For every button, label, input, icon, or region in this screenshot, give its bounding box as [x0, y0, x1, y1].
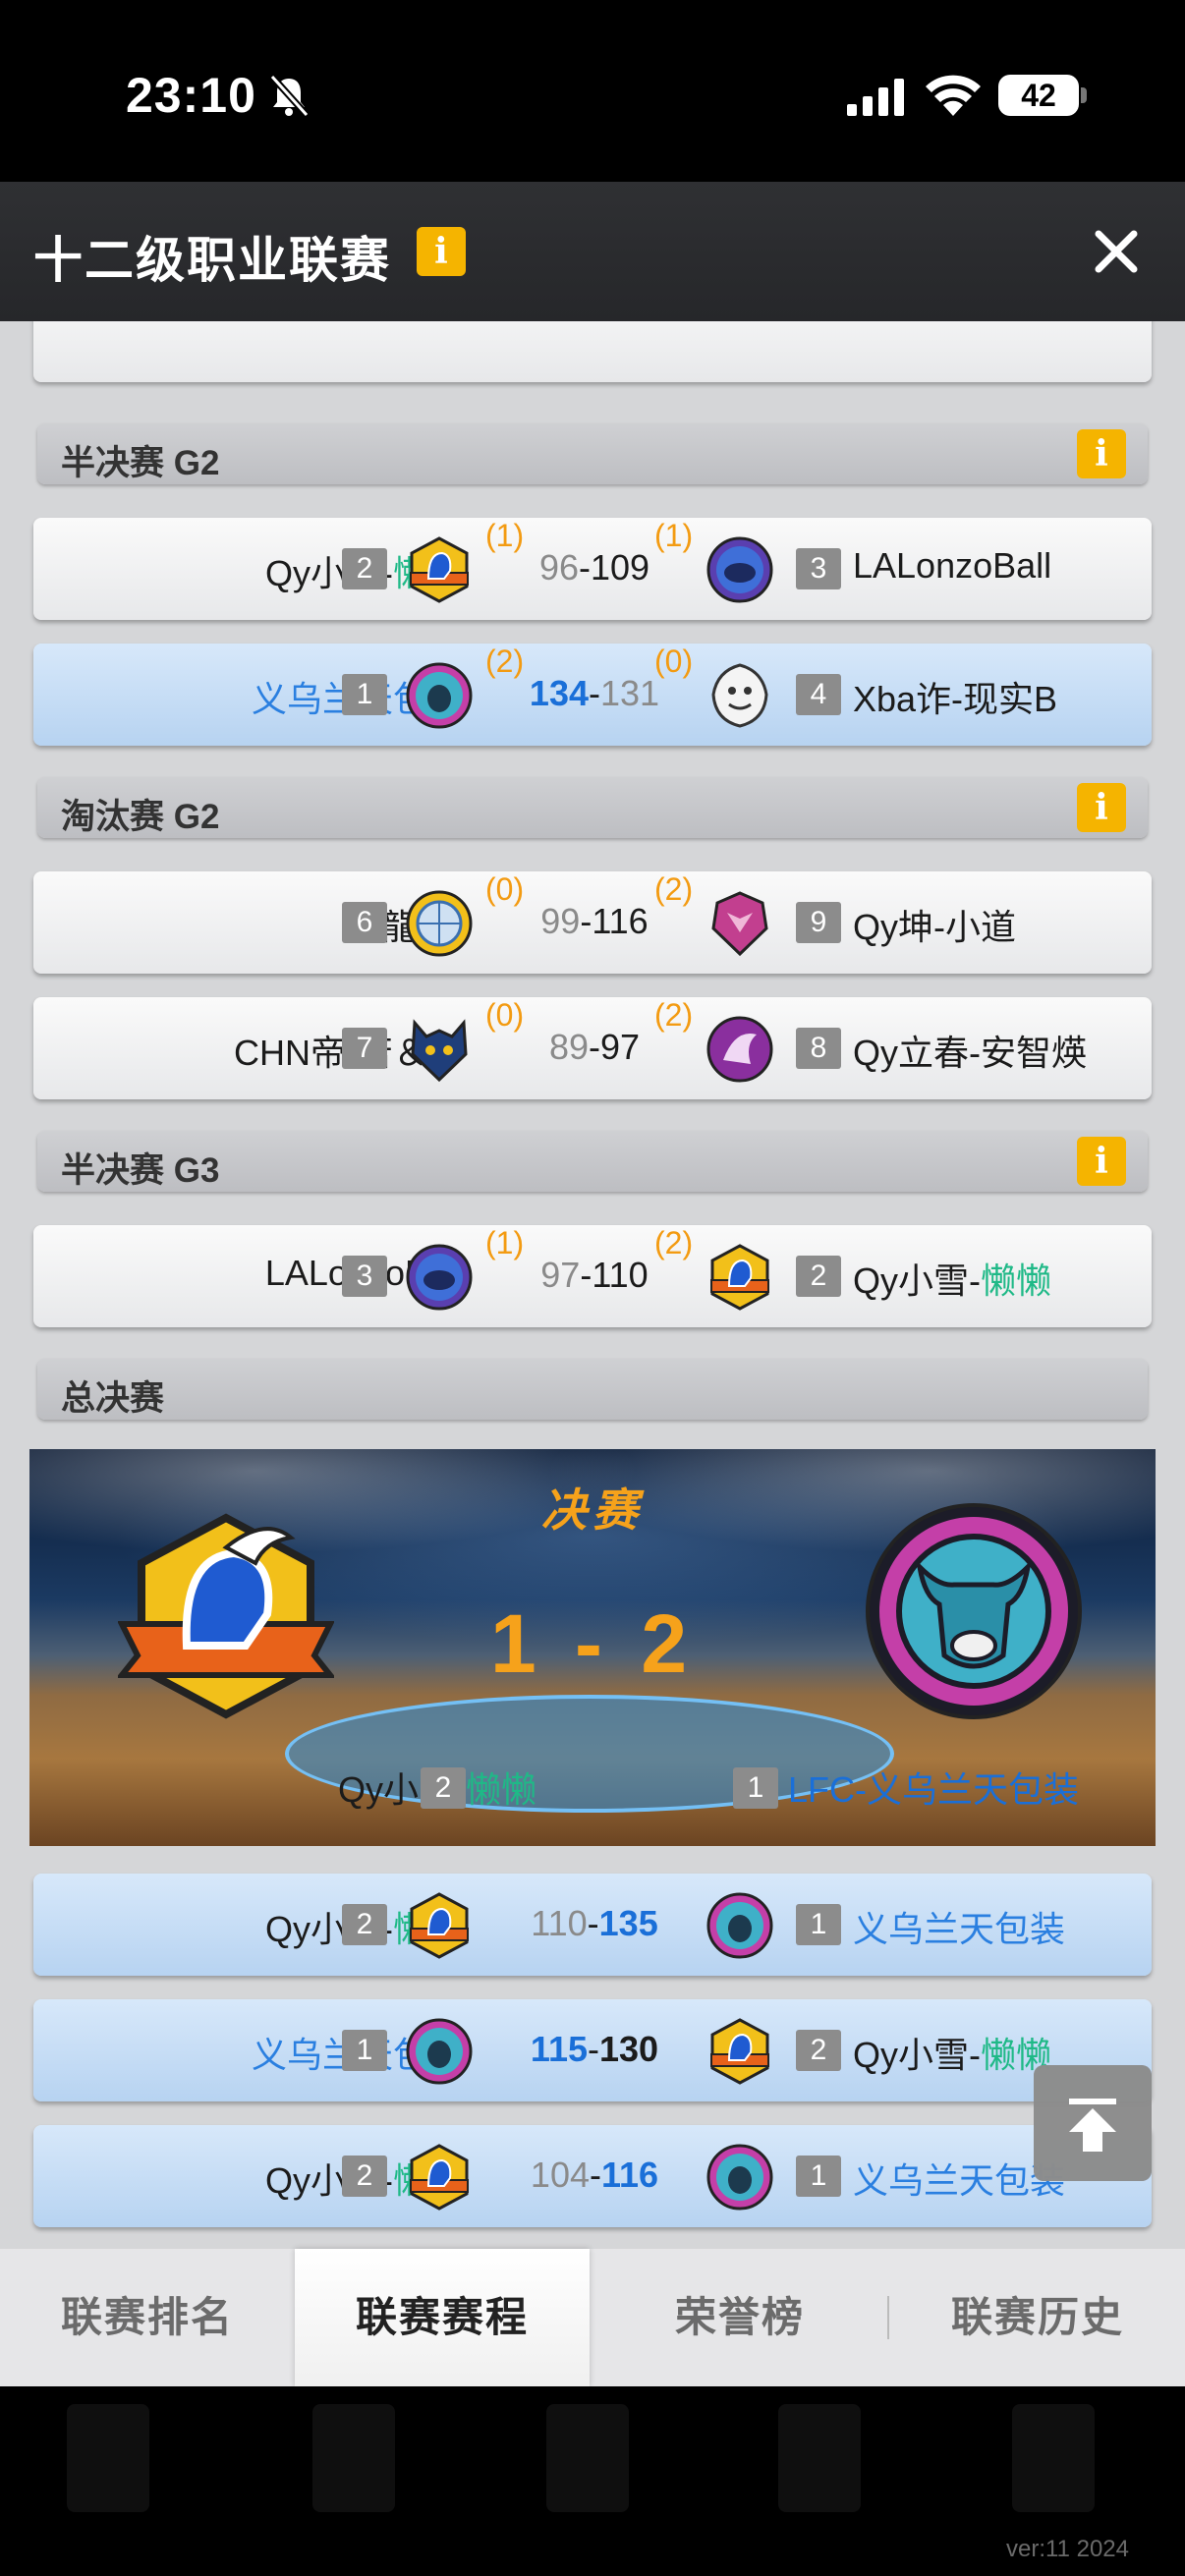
knight-logo-icon: [710, 2018, 769, 2085]
right-seed-badge: 1: [796, 1904, 841, 1945]
left-seed-badge: 7: [342, 1028, 387, 1069]
bell-muted-icon: [269, 74, 310, 118]
section-title: 淘汰赛 G2: [61, 798, 220, 836]
dragon-logo-icon: [711, 891, 768, 957]
section-title: 半决赛 G3: [61, 1151, 220, 1190]
bison-logo-icon: [706, 2144, 773, 2211]
knight-logo-icon: [410, 536, 469, 603]
right-series-wins: (2): [654, 1225, 694, 1260]
left-seed-badge: 2: [342, 548, 387, 589]
tab-league-ranking[interactable]: 联赛排名: [0, 2249, 295, 2386]
match-row[interactable]: 义乌兰天包装 1 (2) 134-131 (0) 4 Xba诈-现实B: [33, 644, 1152, 746]
right-seed-badge: 1: [796, 2156, 841, 2197]
right-series-wins: (1): [654, 518, 694, 553]
right-team-name: Xba诈-现实B: [853, 679, 1058, 719]
schedule-list[interactable]: 半决赛 G2 i Qy小雪-懒懒 2 (1) 96-109 (1) 3 LALo…: [0, 321, 1185, 2249]
bison-logo-icon: [866, 1503, 1082, 1719]
blurred-nav-item: [1012, 2404, 1095, 2512]
app-header: 十二级职业联赛 i: [0, 182, 1185, 321]
right-series-wins: (0): [654, 644, 694, 679]
match-row[interactable]: 鳳龍-明 6 (0) 99-116 (2) 9 Qy坤-小道: [33, 871, 1152, 974]
finals-right-seed-badge: 1: [733, 1767, 778, 1809]
right-seed-badge: 8: [796, 1028, 841, 1069]
rhino-logo-icon: [706, 536, 773, 603]
close-icon[interactable]: [1087, 222, 1146, 281]
finals-right-team-name: LFC-义乌兰天包装: [788, 1769, 1079, 1810]
status-time: 23:10: [126, 68, 256, 123]
right-team-name: 义乌兰天包装: [853, 1909, 1066, 1949]
right-series-wins: (2): [654, 871, 694, 907]
right-seed-badge: 3: [796, 548, 841, 589]
right-seed-badge: 9: [796, 902, 841, 943]
battery-indicator: 42: [998, 75, 1079, 116]
section-header: 半决赛 G2 i: [37, 423, 1148, 484]
bison-logo-icon: [406, 2018, 473, 2085]
right-team-name: Qy坤-小道: [853, 907, 1016, 947]
basketball-logo-icon: [406, 890, 473, 957]
blurred-nav-item: [312, 2404, 395, 2512]
tab-divider: [887, 2296, 889, 2339]
info-icon-button[interactable]: i: [1077, 783, 1126, 832]
blurred-nav-item: [778, 2404, 861, 2512]
section-header: 淘汰赛 G2 i: [37, 777, 1148, 838]
section-header: 半决赛 G3 i: [37, 1131, 1148, 1192]
section-title: 总决赛: [61, 1379, 165, 1418]
wolf-logo-icon: [411, 1019, 468, 1083]
knight-logo-icon: [710, 1244, 769, 1311]
knight-logo-icon: [410, 1892, 469, 1959]
right-seed-badge: 2: [796, 1256, 841, 1297]
match-score: 115-130: [530, 2029, 659, 2069]
right-series-wins: (2): [654, 997, 694, 1033]
left-seed-badge: 2: [342, 2156, 387, 2197]
match-score: 110-135: [531, 1903, 658, 1943]
left-seed-badge: 6: [342, 902, 387, 943]
section-title: 半决赛 G2: [61, 444, 220, 482]
section-header: 总决赛: [37, 1359, 1148, 1420]
bison-logo-icon: [406, 662, 473, 729]
rhino-logo-icon: [406, 1244, 473, 1311]
knight-logo-icon: [118, 1513, 334, 1719]
final-game-row[interactable]: Qy小雪-懒懒 2 104-116 1 义乌兰天包装: [33, 2125, 1152, 2227]
right-team-name: Qy立春-安智煐: [853, 1033, 1087, 1073]
bird-logo-icon: [706, 1016, 773, 1083]
tab-honor-roll[interactable]: 荣誉榜: [592, 2249, 887, 2386]
match-row-partial[interactable]: [33, 321, 1152, 382]
info-icon-button[interactable]: i: [1077, 1137, 1126, 1186]
match-row[interactable]: Qy小雪-懒懒 2 (1) 96-109 (1) 3 LALonzoBall: [33, 518, 1152, 620]
blurred-nav-item: [546, 2404, 629, 2512]
right-team-name: Qy小雪-懒懒: [853, 2035, 1052, 2075]
right-seed-badge: 2: [796, 2030, 841, 2071]
tab-league-history[interactable]: 联赛历史: [890, 2249, 1185, 2386]
right-team-name: Qy小雪-懒懒: [853, 1260, 1052, 1301]
page-title: 十二级职业联赛: [33, 233, 391, 288]
final-game-row[interactable]: Qy小雪-懒懒 2 110-135 1 义乌兰天包装: [33, 1874, 1152, 1976]
finals-banner[interactable]: 决赛 1 - 2 Qy小雪-懒懒 2 1 LFC-义乌兰天包装: [29, 1449, 1156, 1846]
match-score: 104-116: [530, 2155, 659, 2195]
yeti-logo-icon: [711, 663, 768, 728]
scroll-to-top-icon[interactable]: [1034, 2065, 1152, 2181]
left-seed-badge: 2: [342, 1904, 387, 1945]
left-seed-badge: 1: [342, 674, 387, 715]
left-seed-badge: 1: [342, 2030, 387, 2071]
left-seed-badge: 3: [342, 1256, 387, 1297]
match-row[interactable]: LALonzoBall 3 (1) 97-110 (2) 2 Qy小雪-懒懒: [33, 1225, 1152, 1327]
final-game-row[interactable]: 义乌兰天包装 1 115-130 2 Qy小雪-懒懒: [33, 1999, 1152, 2101]
battery-tip: [1081, 87, 1087, 103]
cellular-signal-icon: [847, 79, 904, 116]
version-label: ver:11 2024: [1006, 2536, 1129, 2562]
info-icon-button[interactable]: i: [1077, 429, 1126, 478]
tab-bar: 联赛排名 联赛赛程 荣誉榜 联赛历史: [0, 2249, 1185, 2386]
status-bar: 23:10 42: [0, 0, 1185, 182]
finals-left-seed-badge: 2: [421, 1767, 466, 1809]
wifi-icon: [926, 75, 981, 116]
blurred-bottom-nav: ver:11 2024: [0, 2386, 1185, 2576]
right-seed-badge: 4: [796, 674, 841, 715]
info-icon-button[interactable]: i: [417, 227, 466, 276]
tab-league-schedule[interactable]: 联赛赛程: [295, 2249, 590, 2386]
match-row[interactable]: CHN帝-苦＆荞 7 (0) 89-97 (2) 8 Qy立春-安智煐: [33, 997, 1152, 1099]
bison-logo-icon: [706, 1892, 773, 1959]
knight-logo-icon: [410, 2144, 469, 2211]
right-team-name: LALonzoBall: [853, 545, 1052, 586]
blurred-nav-item: [67, 2404, 149, 2512]
